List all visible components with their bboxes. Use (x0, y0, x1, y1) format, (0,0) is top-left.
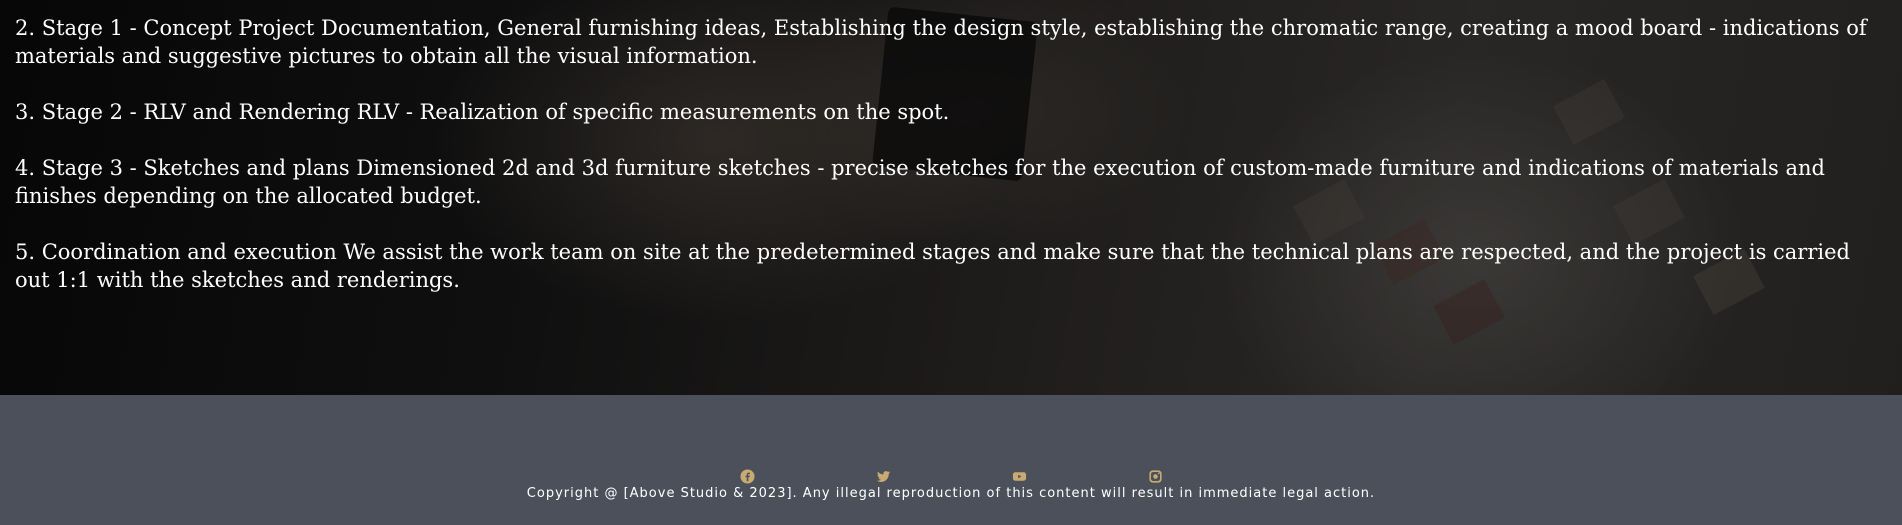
social-links (0, 468, 1902, 484)
instagram-icon[interactable] (1147, 468, 1163, 484)
hero-section: 2. Stage 1 - Concept Project Documentati… (0, 0, 1902, 395)
footer: Copyright @ [Above Studio & 2023]. Any i… (0, 395, 1902, 525)
stage-3-paragraph: 4. Stage 3 - Sketches and plans Dimensio… (15, 156, 1825, 208)
coordination-paragraph: 5. Coordination and execution We assist … (15, 240, 1850, 292)
facebook-icon[interactable] (739, 468, 755, 484)
twitter-icon[interactable] (875, 468, 891, 484)
stages-content: 2. Stage 1 - Concept Project Documentati… (0, 0, 1902, 294)
copyright-text: Copyright @ [Above Studio & 2023]. Any i… (526, 486, 1376, 501)
stage-2-paragraph: 3. Stage 2 - RLV and Rendering RLV - Rea… (15, 100, 950, 124)
stage-1-paragraph: 2. Stage 1 - Concept Project Documentati… (15, 16, 1867, 68)
youtube-icon[interactable] (1011, 468, 1027, 484)
